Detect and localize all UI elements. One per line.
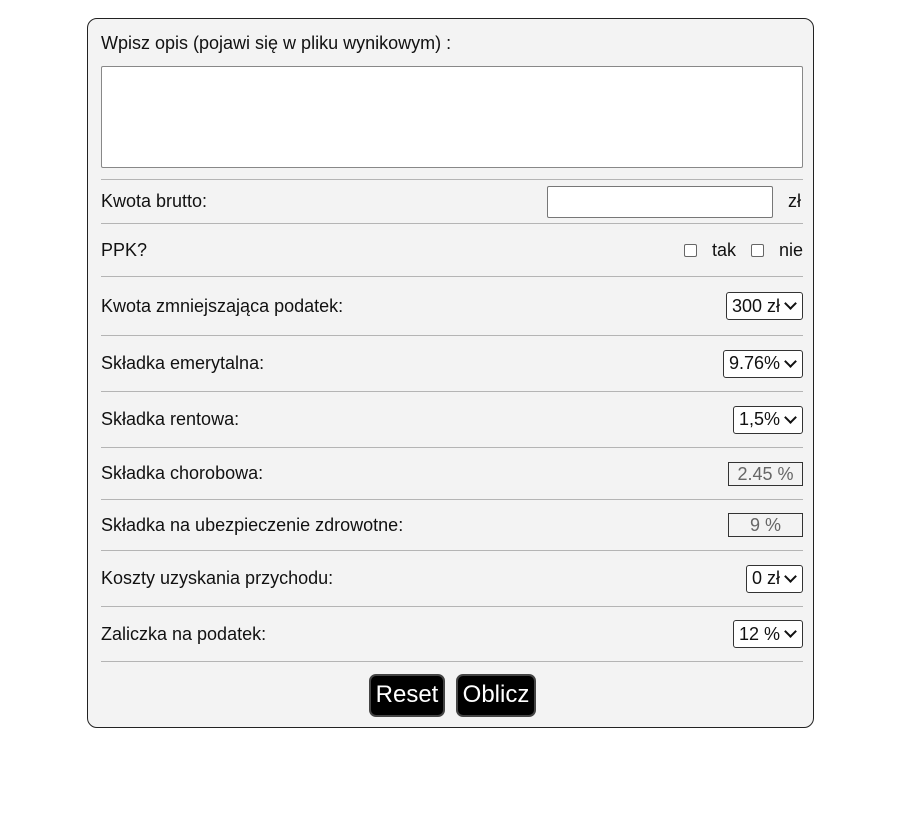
disability-select[interactable]: 1,5% <box>732 405 803 434</box>
pension-label: Składka emerytalna: <box>101 353 265 373</box>
health-readonly-field: 9 % <box>728 513 803 537</box>
button-bar: Reset Oblicz <box>101 661 803 717</box>
sickness-readonly-field: 2.45 % <box>728 461 803 486</box>
tax-reduction-value: 300 zł <box>731 295 780 316</box>
tax-advance-value: 12 % <box>738 623 780 644</box>
tax-reduction-select[interactable]: 300 zł <box>725 292 803 320</box>
ppk-no-label: nie <box>778 239 803 260</box>
pension-select[interactable]: 9.76% <box>722 349 803 378</box>
description-textarea[interactable] <box>101 66 803 168</box>
tax-reduction-row: Kwota zmniejszająca podatek: 300 zł <box>101 276 803 335</box>
sickness-label: Składka chorobowa: <box>101 463 264 483</box>
chevron-down-icon <box>784 410 797 424</box>
description-label: Wpisz opis (pojawi się w pliku wynikowym… <box>101 33 452 53</box>
reset-button[interactable]: Reset <box>369 674 445 717</box>
ppk-row: PPK? tak nie <box>101 223 803 276</box>
calculate-button[interactable]: Oblicz <box>456 674 536 717</box>
ppk-yes-checkbox[interactable] <box>683 243 697 257</box>
health-label: Składka na ubezpieczenie zdrowotne: <box>101 514 404 535</box>
chevron-down-icon <box>784 569 797 583</box>
chevron-down-icon <box>784 625 797 638</box>
chevron-down-icon <box>784 354 797 368</box>
gross-label: Kwota brutto: <box>101 191 208 211</box>
tax-reduction-label: Kwota zmniejszająca podatek: <box>101 295 344 316</box>
calculator-form: Wpisz opis (pojawi się w pliku wynikowym… <box>87 18 814 728</box>
chevron-down-icon <box>784 297 797 310</box>
currency-unit: zł <box>788 191 801 211</box>
pension-row: Składka emerytalna: 9.76% <box>101 335 803 391</box>
costs-row: Koszty uzyskania przychodu: 0 zł <box>101 550 803 606</box>
tax-advance-select[interactable]: 12 % <box>732 620 803 648</box>
health-row: Składka na ubezpieczenie zdrowotne: 9 % <box>101 499 803 550</box>
sickness-row: Składka chorobowa: 2.45 % <box>101 447 803 499</box>
ppk-label: PPK? <box>101 239 148 260</box>
costs-value: 0 zł <box>751 568 780 588</box>
disability-label: Składka rentowa: <box>101 409 240 429</box>
tax-advance-label: Zaliczka na podatek: <box>101 623 267 644</box>
costs-label: Koszty uzyskania przychodu: <box>101 568 334 588</box>
gross-amount-input[interactable] <box>547 185 773 218</box>
costs-select[interactable]: 0 zł <box>745 564 803 593</box>
ppk-no-checkbox[interactable] <box>750 243 764 257</box>
disability-row: Składka rentowa: 1,5% <box>101 391 803 447</box>
tax-advance-row: Zaliczka na podatek: 12 % <box>101 606 803 661</box>
ppk-yes-label: tak <box>711 239 736 260</box>
gross-row: Kwota brutto: zł <box>101 179 803 223</box>
pension-value: 9.76% <box>728 353 780 373</box>
disability-value: 1,5% <box>738 409 780 429</box>
